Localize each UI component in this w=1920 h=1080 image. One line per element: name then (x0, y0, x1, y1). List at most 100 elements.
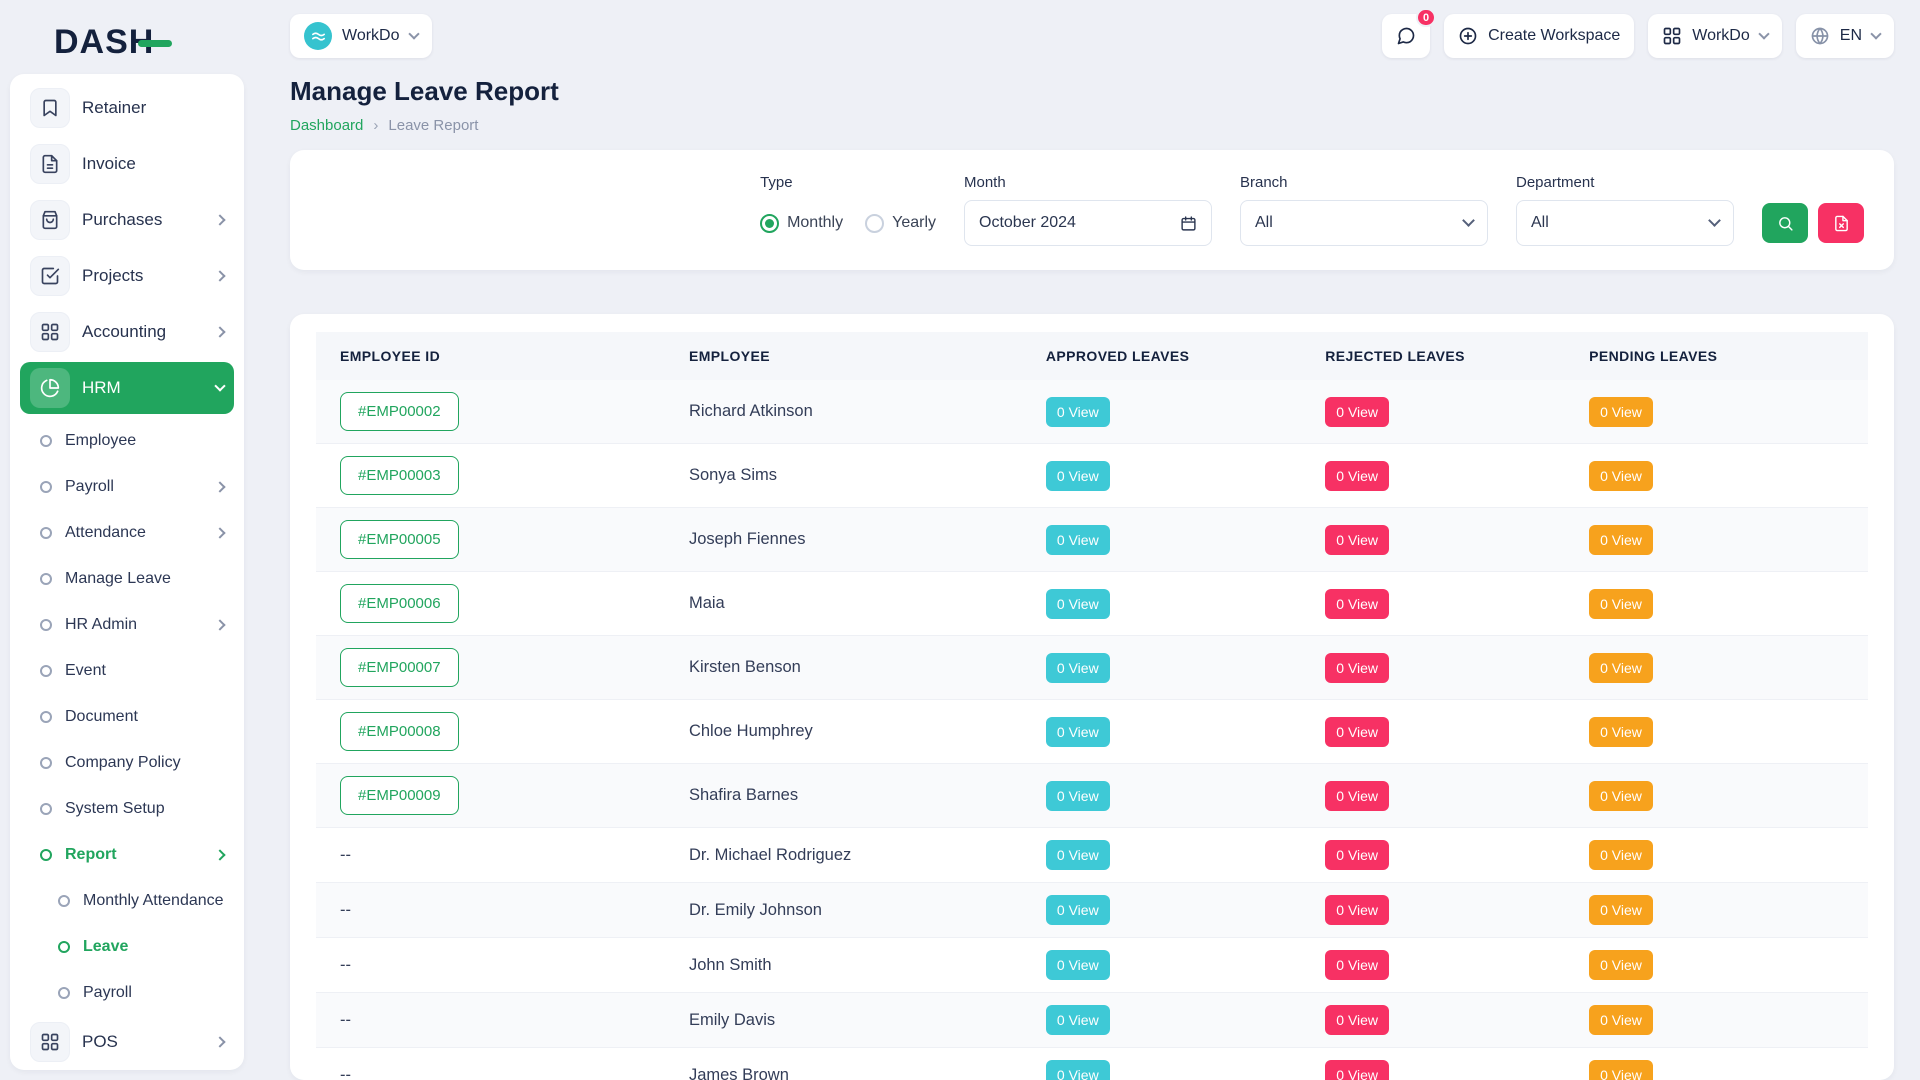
employee-id-cell: #EMP00009 (316, 764, 673, 828)
sidebar-item-retainer[interactable]: Retainer (20, 82, 234, 134)
rejected-view-badge[interactable]: 0 View (1325, 589, 1389, 619)
pending-view-badge[interactable]: 0 View (1589, 525, 1653, 555)
pending-view-badge[interactable]: 0 View (1589, 717, 1653, 747)
topbar-actions: 0 Create Workspace WorkDo EN (1382, 14, 1894, 58)
employee-id-badge[interactable]: #EMP00005 (340, 520, 459, 559)
sidebar-item-label: Retainer (82, 98, 146, 118)
rejected-view-badge[interactable]: 0 View (1325, 781, 1389, 811)
sidebar-item-system-setup[interactable]: System Setup (20, 786, 234, 832)
sidebar-item-pos[interactable]: POS (20, 1016, 234, 1068)
rejected-view-badge[interactable]: 0 View (1325, 840, 1389, 870)
radio-monthly[interactable]: Monthly (760, 214, 843, 233)
sidebar-item-label: Payroll (83, 984, 132, 1002)
employee-id-cell: #EMP00005 (316, 508, 673, 572)
approved-view-badge[interactable]: 0 View (1046, 840, 1110, 870)
breadcrumb-dashboard-link[interactable]: Dashboard (290, 117, 363, 134)
approved-view-badge[interactable]: 0 View (1046, 397, 1110, 427)
clear-icon (1833, 215, 1850, 232)
approved-cell: 0 View (1030, 636, 1309, 700)
pending-view-badge[interactable]: 0 View (1589, 589, 1653, 619)
sidebar-item-leave[interactable]: Leave (20, 924, 234, 970)
branch-select[interactable]: All (1240, 200, 1488, 246)
pending-view-badge[interactable]: 0 View (1589, 895, 1653, 925)
approved-view-badge[interactable]: 0 View (1046, 781, 1110, 811)
sidebar-item-report[interactable]: Report (20, 832, 234, 878)
bullet-icon (40, 527, 52, 539)
radio-yearly[interactable]: Yearly (865, 214, 936, 233)
sidebar-item-monthly-attendance[interactable]: Monthly Attendance (20, 878, 234, 924)
employee-name-cell: Dr. Michael Rodriguez (673, 828, 1030, 883)
sidebar-item-invoice[interactable]: Invoice (20, 138, 234, 190)
calendar-icon (1180, 215, 1197, 232)
department-select[interactable]: All (1516, 200, 1734, 246)
rejected-view-badge[interactable]: 0 View (1325, 653, 1389, 683)
sidebar-item-attendance[interactable]: Attendance (20, 510, 234, 556)
rejected-view-badge[interactable]: 0 View (1325, 1005, 1389, 1035)
sidebar-item-hr-admin[interactable]: HR Admin (20, 602, 234, 648)
pending-view-badge[interactable]: 0 View (1589, 397, 1653, 427)
pending-view-badge[interactable]: 0 View (1589, 461, 1653, 491)
rejected-view-badge[interactable]: 0 View (1325, 895, 1389, 925)
sidebar-item-label: Company Policy (65, 754, 181, 772)
approved-cell: 0 View (1030, 508, 1309, 572)
radio-yearly-control[interactable] (865, 214, 884, 233)
pending-view-badge[interactable]: 0 View (1589, 950, 1653, 980)
approved-view-badge[interactable]: 0 View (1046, 525, 1110, 555)
rejected-view-badge[interactable]: 0 View (1325, 717, 1389, 747)
sidebar-item-document[interactable]: Document (20, 694, 234, 740)
radio-monthly-control[interactable] (760, 214, 779, 233)
approved-cell: 0 View (1030, 764, 1309, 828)
sidebar-item-report-payroll[interactable]: Payroll (20, 970, 234, 1016)
app-logo[interactable]: DASH (10, 10, 244, 74)
employee-id-badge[interactable]: #EMP00006 (340, 584, 459, 623)
sidebar-item-event[interactable]: Event (20, 648, 234, 694)
employee-name-cell: Dr. Emily Johnson (673, 883, 1030, 938)
sidebar-item-accounting[interactable]: Accounting (20, 306, 234, 358)
pending-view-badge[interactable]: 0 View (1589, 653, 1653, 683)
approved-view-badge[interactable]: 0 View (1046, 717, 1110, 747)
sidebar-item-company-policy[interactable]: Company Policy (20, 740, 234, 786)
sidebar-item-hrm[interactable]: HRM (20, 362, 234, 414)
employee-id-badge[interactable]: #EMP00007 (340, 648, 459, 687)
pending-view-badge[interactable]: 0 View (1589, 1005, 1653, 1035)
approved-view-badge[interactable]: 0 View (1046, 653, 1110, 683)
month-input[interactable]: October 2024 (964, 200, 1212, 246)
rejected-view-badge[interactable]: 0 View (1325, 525, 1389, 555)
sidebar-item-projects[interactable]: Projects (20, 250, 234, 302)
search-button[interactable] (1762, 203, 1808, 243)
rejected-view-badge[interactable]: 0 View (1325, 461, 1389, 491)
approved-view-badge[interactable]: 0 View (1046, 950, 1110, 980)
pending-view-badge[interactable]: 0 View (1589, 781, 1653, 811)
language-selector[interactable]: EN (1796, 14, 1894, 58)
approved-view-badge[interactable]: 0 View (1046, 589, 1110, 619)
rejected-view-badge[interactable]: 0 View (1325, 950, 1389, 980)
pending-view-badge[interactable]: 0 View (1589, 840, 1653, 870)
workspace-switcher[interactable]: WorkDo (290, 14, 432, 58)
pending-view-badge[interactable]: 0 View (1589, 1060, 1653, 1080)
approved-view-badge[interactable]: 0 View (1046, 461, 1110, 491)
reset-filter-button[interactable] (1818, 203, 1864, 243)
workdo-menu-button[interactable]: WorkDo (1648, 14, 1782, 58)
employee-id-badge[interactable]: #EMP00008 (340, 712, 459, 751)
rejected-view-badge[interactable]: 0 View (1325, 397, 1389, 427)
table-row: #EMP00008 Chloe Humphrey 0 View 0 View 0… (316, 700, 1868, 764)
sidebar-item-employee[interactable]: Employee (20, 418, 234, 464)
sidebar-item-manage-leave[interactable]: Manage Leave (20, 556, 234, 602)
employee-id-badge[interactable]: #EMP00009 (340, 776, 459, 815)
employee-id-badge[interactable]: #EMP00002 (340, 392, 459, 431)
pending-cell: 0 View (1573, 883, 1868, 938)
employee-id-badge[interactable]: #EMP00003 (340, 456, 459, 495)
chat-button[interactable]: 0 (1382, 14, 1430, 58)
pending-cell: 0 View (1573, 636, 1868, 700)
bullet-icon (40, 849, 52, 861)
sidebar-item-purchases[interactable]: Purchases (20, 194, 234, 246)
bullet-icon (40, 619, 52, 631)
approved-view-badge[interactable]: 0 View (1046, 895, 1110, 925)
sidebar-item-payroll[interactable]: Payroll (20, 464, 234, 510)
rejected-view-badge[interactable]: 0 View (1325, 1060, 1389, 1080)
approved-view-badge[interactable]: 0 View (1046, 1060, 1110, 1080)
rejected-cell: 0 View (1309, 508, 1573, 572)
approved-view-badge[interactable]: 0 View (1046, 1005, 1110, 1035)
create-workspace-button[interactable]: Create Workspace (1444, 14, 1634, 58)
pending-cell: 0 View (1573, 508, 1868, 572)
